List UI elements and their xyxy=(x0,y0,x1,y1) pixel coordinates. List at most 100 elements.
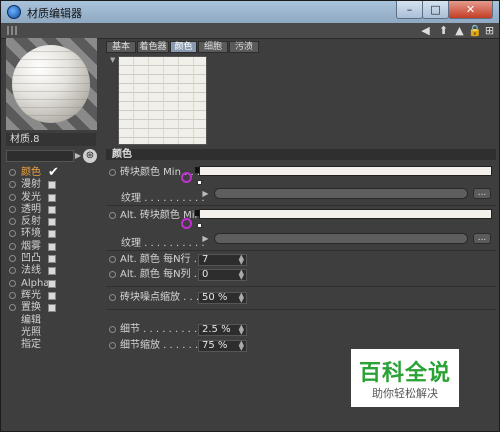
channel-label: 反射 xyxy=(21,216,41,228)
channel-checkbox[interactable] xyxy=(48,279,56,288)
radio-icon xyxy=(9,279,16,287)
radio-icon xyxy=(109,342,116,349)
channel-bump[interactable]: 凹凸 xyxy=(8,253,98,265)
spinner-icon[interactable]: ▲ ▼ xyxy=(239,254,244,266)
divider xyxy=(106,309,496,310)
maximize-button[interactable]: □ xyxy=(422,1,449,19)
channel-color[interactable]: 颜色 ✔ xyxy=(8,166,98,179)
arrow-left-icon[interactable]: ◀ xyxy=(419,24,432,37)
channel-checkbox[interactable] xyxy=(48,181,56,190)
channel-environment[interactable]: 环境 xyxy=(8,228,98,240)
chevron-right-icon[interactable]: ▶ xyxy=(201,233,210,244)
channel-diffuse[interactable]: 漫射 xyxy=(8,179,98,191)
channel-checkbox[interactable] xyxy=(48,230,56,239)
preview-sphere xyxy=(12,45,90,123)
close-button[interactable]: ✕ xyxy=(448,1,493,19)
watermark-title: 百科全说 xyxy=(358,361,451,386)
highlight-circle xyxy=(181,218,192,229)
channel-normal[interactable]: 法线 xyxy=(8,265,98,277)
channel-checkbox[interactable] xyxy=(48,267,56,276)
channel-fog[interactable]: 烟雾 xyxy=(8,241,98,253)
channel-displacement[interactable]: 置换 xyxy=(8,302,98,314)
channel-checkbox[interactable] xyxy=(48,242,56,251)
tab-shader[interactable]: 着色器 xyxy=(137,41,169,53)
radio-icon xyxy=(9,181,16,189)
texture-label: 纹理 . . . . . . . . . . xyxy=(121,238,205,249)
field-value: 0 xyxy=(202,269,209,280)
color-swatch-icon[interactable] xyxy=(197,180,202,185)
watermark-subtitle: 助你轻松解决 xyxy=(372,387,438,400)
spinner-icon[interactable]: ▲ ▼ xyxy=(239,324,244,336)
channel-glow[interactable]: 辉光 xyxy=(8,290,98,302)
brick-color-min-bar[interactable] xyxy=(199,166,492,176)
window-title: 材质编辑器 xyxy=(27,7,82,20)
channel-checkbox[interactable] xyxy=(48,205,56,214)
channel-label: 置换 xyxy=(21,302,41,314)
radio-icon xyxy=(9,291,16,299)
arrow-up-icon[interactable]: ⬆ xyxy=(437,24,450,37)
toolbar: ◀ ⬆ ▲ 🔒 ⊞ xyxy=(1,23,499,39)
tab-color[interactable]: 颜色 xyxy=(170,41,197,53)
arrow-triangle-icon[interactable]: ▲ xyxy=(453,24,466,37)
app-logo-icon xyxy=(7,5,21,19)
color-swatch-icon[interactable] xyxy=(197,223,202,228)
tab-cells[interactable]: 细胞 xyxy=(198,41,228,53)
section-header-color[interactable]: 颜色 xyxy=(106,149,496,160)
material-preview[interactable] xyxy=(6,38,97,130)
spinner-icon[interactable]: ▲ ▼ xyxy=(239,340,244,352)
tab-basic[interactable]: 基本 xyxy=(106,41,136,53)
spinner-icon[interactable]: ▲ ▼ xyxy=(239,292,244,304)
channel-label: 法线 xyxy=(21,265,41,277)
minimize-button[interactable]: – xyxy=(396,1,423,19)
sphere-brick-texture xyxy=(12,45,90,123)
texture-slot-2[interactable] xyxy=(214,233,468,244)
title-bar[interactable]: 材质编辑器 – □ ✕ xyxy=(1,1,499,23)
channel-checkbox[interactable] xyxy=(48,218,56,227)
lock-icon[interactable]: 🔒 xyxy=(468,24,482,37)
tab-stains[interactable]: 污渍 xyxy=(229,41,259,53)
alt-color-row-input[interactable]: 7 ▲ ▼ xyxy=(198,254,247,266)
highlight-circle xyxy=(181,172,192,183)
material-field[interactable] xyxy=(6,150,74,162)
param-label: 砖块颜色 Min . . . . xyxy=(120,167,207,178)
channel-alpha[interactable]: Alpha xyxy=(8,278,98,290)
channel-label: 发光 xyxy=(21,191,41,203)
collapse-arrow-icon[interactable]: ▼ xyxy=(110,56,115,64)
texture-brick-cols xyxy=(119,57,206,144)
channel-checkbox[interactable] xyxy=(48,193,56,202)
alt-color-col-input[interactable]: 0 ▲ ▼ xyxy=(198,269,247,281)
radio-icon xyxy=(9,267,16,275)
field-value: 50 % xyxy=(202,292,228,303)
radio-icon xyxy=(109,212,116,219)
channel-checkbox[interactable] xyxy=(48,255,56,264)
texture-more-button-1[interactable]: ... xyxy=(473,188,491,199)
detail-scale-input[interactable]: 75 % ▲ ▼ xyxy=(198,340,247,352)
grip-icon[interactable] xyxy=(7,26,17,35)
texture-slot-1[interactable] xyxy=(214,188,468,199)
detail-input[interactable]: 2.5 % ▲ ▼ xyxy=(198,324,247,336)
radio-icon xyxy=(9,218,16,226)
item-editor[interactable]: 编辑 xyxy=(8,315,98,327)
material-name[interactable]: 材质.8 xyxy=(6,133,96,146)
channel-list: 颜色 ✔ 漫射 发光 透明 反射 环境 烟雾 凹凸 法线 Alpha 辉光 置换 … xyxy=(8,166,98,351)
channel-checkbox[interactable] xyxy=(48,291,56,300)
chevron-right-icon[interactable]: ▶ xyxy=(201,188,210,199)
channel-reflectance[interactable]: 反射 xyxy=(8,216,98,228)
channel-transparency[interactable]: 透明 xyxy=(8,204,98,216)
param-label: 细节 . . . . . . . . . . . xyxy=(120,324,210,335)
alt-brick-color-min-bar[interactable] xyxy=(199,209,492,219)
channel-luminance[interactable]: 发光 xyxy=(8,192,98,204)
expand-icon[interactable]: ⊞ xyxy=(483,24,496,37)
channel-label: 颜色 xyxy=(21,167,41,178)
checkmark-icon[interactable]: ✔ xyxy=(48,166,59,179)
channel-checkbox[interactable] xyxy=(48,304,56,313)
item-illumination[interactable]: 光照 xyxy=(8,327,98,339)
texture-preview xyxy=(118,56,207,145)
brick-noise-scale-input[interactable]: 50 % ▲ ▼ xyxy=(198,292,247,304)
chevron-right-icon[interactable]: ▶ xyxy=(74,150,82,162)
radio-icon xyxy=(109,169,116,176)
texture-more-button-2[interactable]: ... xyxy=(473,233,491,244)
material-options-icon[interactable]: ⊛ xyxy=(83,149,97,163)
item-assign[interactable]: 指定 xyxy=(8,339,98,351)
spinner-icon[interactable]: ▲ ▼ xyxy=(239,269,244,281)
